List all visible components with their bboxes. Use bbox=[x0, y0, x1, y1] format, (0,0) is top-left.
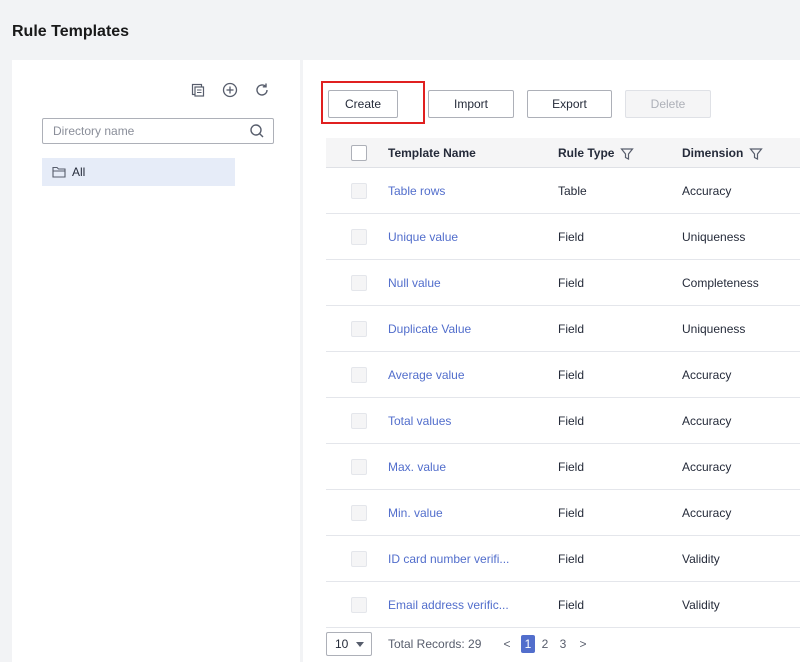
row-checkbox[interactable] bbox=[351, 229, 367, 245]
table-row: Null value Field Completeness bbox=[326, 260, 800, 306]
directory-toolbar bbox=[12, 80, 300, 100]
rule-type-cell: Field bbox=[558, 368, 585, 382]
rule-type-cell: Field bbox=[558, 460, 585, 474]
directory-panel: All bbox=[12, 60, 300, 662]
template-name-link[interactable]: ID card number verifi... bbox=[388, 536, 509, 582]
dimension-cell: Accuracy bbox=[682, 460, 732, 474]
export-button[interactable]: Export bbox=[527, 90, 612, 118]
template-name-link[interactable]: Duplicate Value bbox=[388, 306, 471, 352]
dimension-cell: Uniqueness bbox=[682, 230, 746, 244]
rule-type-cell: Field bbox=[558, 230, 585, 244]
dimension-cell: Accuracy bbox=[682, 184, 732, 198]
template-name-link[interactable]: Email address verific... bbox=[388, 582, 509, 628]
rule-type-cell: Field bbox=[558, 322, 585, 336]
page-title: Rule Templates bbox=[12, 23, 130, 40]
dimension-cell: Validity bbox=[682, 598, 720, 612]
page-header: Rule Templates bbox=[0, 8, 800, 60]
top-strip bbox=[0, 0, 800, 8]
column-header-dimension: Dimension bbox=[682, 138, 764, 168]
column-header-label: Dimension bbox=[682, 146, 744, 160]
create-button[interactable]: Create bbox=[328, 90, 398, 118]
templates-table: Template Name Rule Type Dimension Table … bbox=[326, 138, 800, 628]
page-button-2[interactable]: 2 bbox=[540, 635, 550, 653]
column-header-template-name: Template Name bbox=[388, 138, 476, 168]
dimension-cell: Completeness bbox=[682, 276, 759, 290]
filter-icon[interactable] bbox=[620, 147, 635, 161]
template-name-link[interactable]: Average value bbox=[388, 352, 465, 398]
directory-search-input[interactable] bbox=[43, 119, 239, 143]
page-button-1[interactable]: 1 bbox=[521, 635, 535, 653]
row-checkbox[interactable] bbox=[351, 275, 367, 291]
column-header-label: Template Name bbox=[388, 146, 476, 160]
table-header: Template Name Rule Type Dimension bbox=[326, 138, 800, 168]
add-icon[interactable] bbox=[220, 80, 240, 100]
dimension-cell: Accuracy bbox=[682, 414, 732, 428]
template-name-link[interactable]: Total values bbox=[388, 398, 451, 444]
table-row: Total values Field Accuracy bbox=[326, 398, 800, 444]
rule-type-cell: Field bbox=[558, 276, 585, 290]
tree-item-all[interactable]: All bbox=[42, 158, 235, 186]
table-row: Table rows Table Accuracy bbox=[326, 168, 800, 214]
dimension-cell: Accuracy bbox=[682, 368, 732, 382]
row-checkbox[interactable] bbox=[351, 321, 367, 337]
main-panel: Create Import Export Delete Template Nam… bbox=[303, 60, 800, 662]
row-checkbox[interactable] bbox=[351, 367, 367, 383]
refresh-icon[interactable] bbox=[252, 80, 272, 100]
search-icon[interactable] bbox=[249, 123, 265, 139]
directory-search bbox=[42, 118, 274, 144]
select-all-checkbox[interactable] bbox=[351, 145, 367, 161]
page-size-select[interactable]: 10 bbox=[326, 632, 372, 656]
dimension-cell: Validity bbox=[682, 552, 720, 566]
caret-down-icon bbox=[356, 642, 364, 647]
filter-icon[interactable] bbox=[749, 147, 764, 161]
row-checkbox[interactable] bbox=[351, 459, 367, 475]
table-row: Unique value Field Uniqueness bbox=[326, 214, 800, 260]
dimension-cell: Uniqueness bbox=[682, 322, 746, 336]
import-button[interactable]: Import bbox=[428, 90, 514, 118]
template-name-link[interactable]: Max. value bbox=[388, 444, 446, 490]
table-row: Min. value Field Accuracy bbox=[326, 490, 800, 536]
pagination: 10 Total Records: 29 < 1 2 3 > bbox=[326, 632, 800, 656]
rule-type-cell: Field bbox=[558, 506, 585, 520]
table-row: Duplicate Value Field Uniqueness bbox=[326, 306, 800, 352]
rule-type-cell: Field bbox=[558, 552, 585, 566]
template-name-link[interactable]: Null value bbox=[388, 260, 441, 306]
next-page-button[interactable]: > bbox=[578, 635, 588, 653]
table-row: Email address verific... Field Validity bbox=[326, 582, 800, 628]
new-directory-icon[interactable] bbox=[188, 80, 208, 100]
tree-item-label: All bbox=[72, 165, 86, 179]
row-checkbox[interactable] bbox=[351, 597, 367, 613]
template-name-link[interactable]: Unique value bbox=[388, 214, 458, 260]
page-size-value: 10 bbox=[335, 637, 349, 651]
column-header-rule-type: Rule Type bbox=[558, 138, 635, 168]
prev-page-button[interactable]: < bbox=[502, 635, 512, 653]
table-row: Average value Field Accuracy bbox=[326, 352, 800, 398]
row-checkbox[interactable] bbox=[351, 413, 367, 429]
table-row: ID card number verifi... Field Validity bbox=[326, 536, 800, 582]
rule-type-cell: Field bbox=[558, 414, 585, 428]
rule-type-cell: Table bbox=[558, 184, 587, 198]
row-checkbox[interactable] bbox=[351, 505, 367, 521]
row-checkbox[interactable] bbox=[351, 183, 367, 199]
table-body: Table rows Table Accuracy Unique value Field… bbox=[326, 168, 800, 628]
page-button-3[interactable]: 3 bbox=[558, 635, 568, 653]
column-header-label: Rule Type bbox=[558, 146, 615, 160]
template-name-link[interactable]: Min. value bbox=[388, 490, 443, 536]
rule-type-cell: Field bbox=[558, 598, 585, 612]
folder-icon bbox=[52, 166, 66, 178]
template-name-link[interactable]: Table rows bbox=[388, 168, 445, 214]
delete-button[interactable]: Delete bbox=[625, 90, 711, 118]
dimension-cell: Accuracy bbox=[682, 506, 732, 520]
table-row: Max. value Field Accuracy bbox=[326, 444, 800, 490]
row-checkbox[interactable] bbox=[351, 551, 367, 567]
total-records: Total Records: 29 bbox=[388, 637, 482, 651]
